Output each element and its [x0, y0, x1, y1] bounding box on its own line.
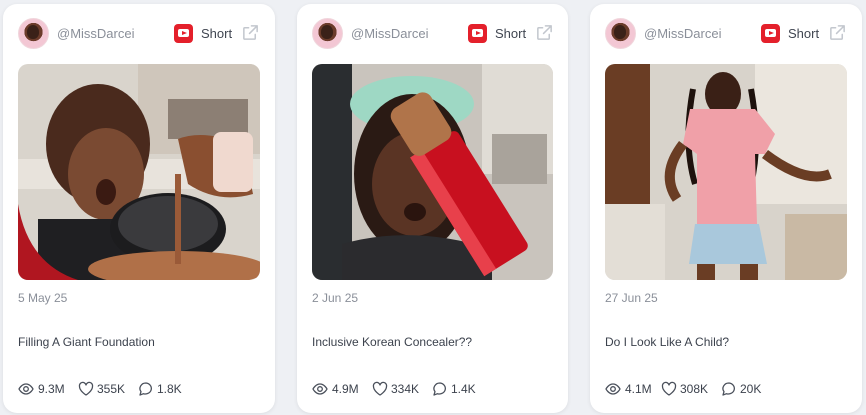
card-header: @MissDarcei Short: [312, 18, 553, 50]
content-type-label: Short: [788, 26, 820, 41]
video-card[interactable]: @MissDarcei Short 2 Jun 25 Inclusive Kor…: [297, 4, 568, 413]
publish-date: 5 May 25: [18, 291, 68, 305]
video-card[interactable]: @MissDarcei Short 5 May 25 Filling A Gia…: [3, 4, 275, 413]
publish-date: 27 Jun 25: [605, 291, 658, 305]
card-header: @MissDarcei Short: [18, 18, 260, 50]
avatar[interactable]: [605, 18, 636, 49]
comments-count: 1.4K: [451, 382, 476, 396]
eye-icon: [605, 383, 621, 395]
creator-handle[interactable]: @MissDarcei: [57, 26, 134, 41]
comments-count: 20K: [740, 382, 762, 396]
video-thumbnail[interactable]: [18, 64, 260, 280]
video-title[interactable]: Inclusive Korean Concealer??: [312, 335, 472, 349]
likes-count: 308K: [680, 382, 709, 396]
external-link-icon[interactable]: [241, 23, 260, 42]
external-link-icon[interactable]: [828, 23, 847, 42]
content-type-label: Short: [201, 26, 233, 41]
content-type-label: Short: [495, 26, 527, 41]
creator-handle[interactable]: @MissDarcei: [644, 26, 721, 41]
video-title[interactable]: Do I Look Like A Child?: [605, 335, 729, 349]
video-title[interactable]: Filling A Giant Foundation: [18, 335, 155, 349]
youtube-icon: [761, 24, 780, 43]
video-thumbnail[interactable]: [312, 64, 553, 280]
external-link-icon[interactable]: [535, 23, 554, 42]
youtube-icon: [174, 24, 193, 43]
likes-count: 355K: [97, 382, 126, 396]
comment-icon: [433, 382, 446, 396]
avatar[interactable]: [312, 18, 343, 49]
comments-count: 1.8K: [157, 382, 182, 396]
eye-icon: [312, 383, 328, 395]
comment-icon: [722, 382, 735, 396]
video-thumbnail[interactable]: [605, 64, 847, 280]
publish-date: 2 Jun 25: [312, 291, 359, 305]
eye-icon: [18, 383, 34, 395]
youtube-icon: [468, 24, 487, 43]
comment-icon: [139, 382, 152, 396]
views-count: 4.1M: [625, 382, 652, 396]
heart-icon: [661, 381, 677, 396]
views-count: 9.3M: [38, 382, 65, 396]
creator-handle[interactable]: @MissDarcei: [351, 26, 428, 41]
avatar[interactable]: [18, 18, 49, 49]
views-count: 4.9M: [332, 382, 359, 396]
heart-icon: [78, 381, 94, 396]
likes-count: 334K: [391, 382, 420, 396]
heart-icon: [372, 381, 388, 396]
card-header: @MissDarcei Short: [605, 18, 847, 50]
video-card[interactable]: @MissDarcei Short 27 Jun 25 Do I Look Li…: [590, 4, 862, 413]
